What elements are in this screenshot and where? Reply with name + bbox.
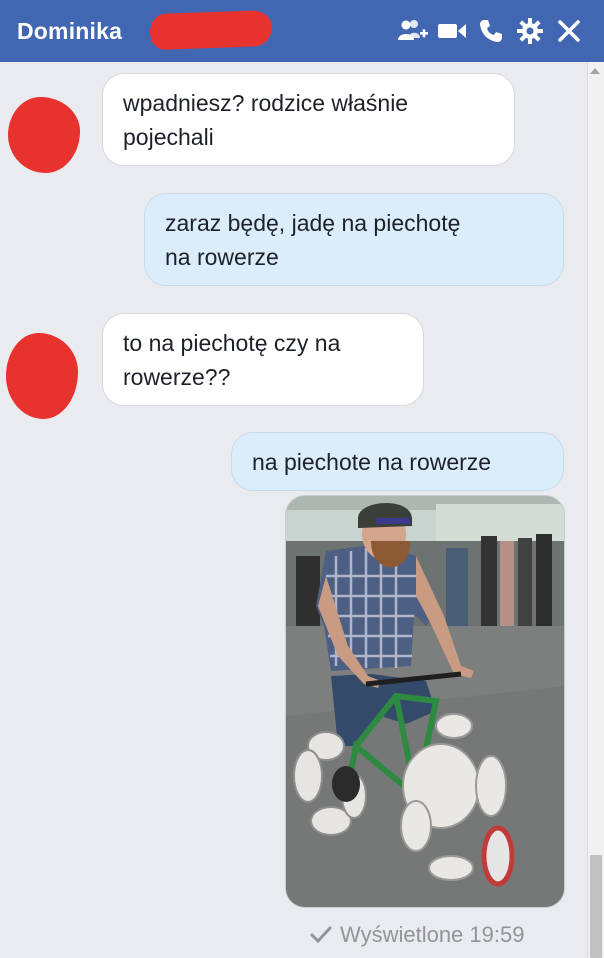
- add-people-icon[interactable]: [396, 14, 430, 48]
- message-incoming: wpadniesz? rodzice właśnie pojechali: [102, 73, 515, 166]
- seen-label: Wyświetlone 19:59: [340, 922, 525, 947]
- chat-header: Dominika: [0, 0, 604, 62]
- header-actions: [391, 14, 586, 48]
- message-text-line: rowerze??: [123, 364, 231, 390]
- message-text-line: na piechote na rowerze: [252, 449, 492, 475]
- phone-icon[interactable]: [474, 14, 508, 48]
- message-outgoing: zaraz będę, jadę na piechotę na rowerze: [144, 193, 564, 286]
- seen-status: Wyświetlone 19:59: [310, 922, 524, 948]
- scroll-up-arrow-icon[interactable]: [590, 68, 600, 74]
- message-incoming: to na piechotę czy na rowerze??: [102, 313, 424, 406]
- avatar-redaction: [8, 97, 80, 173]
- avatar[interactable]: [8, 97, 80, 173]
- message-text-line: to na piechotę czy na: [123, 330, 341, 356]
- message-text-line: pojechali: [123, 124, 214, 150]
- check-icon: [310, 926, 332, 944]
- photo-image: [286, 496, 564, 907]
- close-icon[interactable]: [552, 14, 586, 48]
- gear-icon[interactable]: [513, 14, 547, 48]
- video-call-icon[interactable]: [435, 14, 469, 48]
- message-text-line: na rowerze: [165, 244, 279, 270]
- message-text-line: zaraz będę, jadę na piechotę: [165, 210, 461, 236]
- photo-attachment[interactable]: [285, 495, 565, 908]
- message-outgoing: na piechote na rowerze: [231, 432, 564, 491]
- scrollbar-thumb[interactable]: [590, 855, 602, 958]
- message-text-line: wpadniesz? rodzice właśnie: [123, 90, 409, 116]
- scrollbar[interactable]: [587, 62, 604, 958]
- avatar-redaction: [6, 333, 78, 419]
- contact-name[interactable]: Dominika: [17, 18, 122, 45]
- avatar[interactable]: [6, 333, 78, 419]
- redaction-mark: [149, 9, 273, 51]
